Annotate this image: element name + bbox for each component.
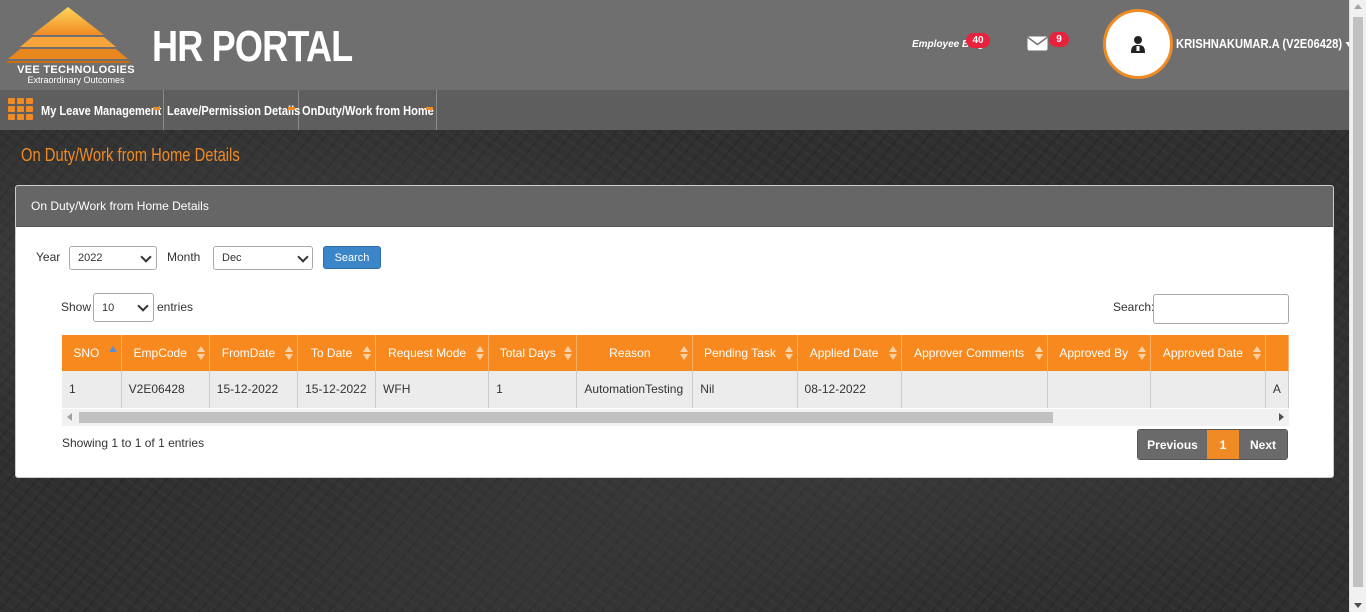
sort-icon: [476, 346, 485, 360]
user-icon: [1131, 36, 1145, 53]
year-label: Year: [36, 250, 61, 264]
nav-leave-permission-details[interactable]: Leave/Permission Details: [164, 90, 300, 130]
sort-icon: [680, 346, 689, 360]
user-menu[interactable]: KRISHNAKUMAR.A (V2E06428): [1176, 36, 1353, 51]
search-button[interactable]: Search: [323, 246, 381, 269]
user-name: KRISHNAKUMAR.A (V2E06428): [1176, 36, 1343, 51]
column-header-request-mode[interactable]: Request Mode: [375, 335, 490, 371]
month-label: Month: [167, 250, 201, 264]
column-header-approved-date[interactable]: Approved Date: [1150, 335, 1266, 371]
scroll-left-icon[interactable]: [67, 413, 72, 421]
table-cell: [1150, 371, 1266, 408]
search-input[interactable]: [1153, 294, 1289, 324]
vertical-scrollbar[interactable]: [1349, 0, 1366, 612]
dropdown-indicator-icon: [426, 107, 433, 110]
table-cell: 1: [488, 371, 578, 408]
mail-icon[interactable]: [1027, 36, 1048, 51]
portal-title: HR PORTAL: [152, 22, 353, 71]
column-header-empcode[interactable]: EmpCode: [121, 335, 210, 371]
column-header-sno[interactable]: SNO: [62, 335, 122, 371]
horizontal-scrollbar[interactable]: [62, 409, 1289, 426]
column-header-extra[interactable]: [1265, 335, 1289, 371]
column-header-reason[interactable]: Reason: [576, 335, 694, 371]
sort-icon: [363, 346, 372, 360]
scroll-down-icon[interactable]: [1354, 603, 1362, 608]
table-cell: [901, 371, 1048, 408]
table-info: Showing 1 to 1 of 1 entries: [62, 436, 205, 450]
column-header-applied-date[interactable]: Applied Date: [797, 335, 902, 371]
data-table-container: SNO EmpCode FromDate To Date Request Mod…: [62, 335, 1289, 408]
mail-count-badge: 9: [1049, 32, 1069, 47]
data-table: SNO EmpCode FromDate To Date Request Mod…: [62, 335, 1289, 408]
panel-title: On Duty/Work from Home Details: [16, 186, 1333, 227]
sort-icon: [784, 346, 793, 360]
scroll-right-icon[interactable]: [1279, 413, 1284, 421]
main-nav: My Leave Management Leave/Permission Det…: [0, 90, 1349, 130]
nav-onduty-work-from-home[interactable]: OnDuty/Work from Home: [299, 90, 437, 130]
table-cell: [1047, 371, 1151, 408]
scrollbar-thumb[interactable]: [1353, 17, 1363, 587]
previous-button[interactable]: Previous: [1138, 430, 1207, 459]
table-cell: WFH: [375, 371, 490, 408]
dropdown-indicator-icon: [288, 107, 295, 110]
sort-icon: [1252, 346, 1261, 360]
scroll-up-icon[interactable]: [1354, 4, 1362, 9]
column-header-total-days[interactable]: Total Days: [488, 335, 578, 371]
sort-asc-icon: [108, 346, 117, 360]
show-label: Show: [61, 300, 92, 314]
column-header-todate[interactable]: To Date: [297, 335, 377, 371]
page-title: On Duty/Work from Home Details: [21, 145, 240, 165]
table-cell: V2E06428: [121, 371, 210, 408]
search-label: Search:: [1113, 300, 1155, 314]
table-cell: 15-12-2022: [209, 371, 299, 408]
sort-icon: [1034, 346, 1043, 360]
table-row: 1 V2E06428 15-12-2022 15-12-2022 WFH 1 A…: [62, 371, 1289, 408]
column-header-approved-by[interactable]: Approved By: [1047, 335, 1151, 371]
avatar[interactable]: [1103, 9, 1173, 79]
sort-icon: [1137, 346, 1146, 360]
details-panel: On Duty/Work from Home Details Year 2022…: [15, 185, 1334, 478]
column-header-approver-comments[interactable]: Approver Comments: [901, 335, 1048, 371]
table-header-row: SNO EmpCode FromDate To Date Request Mod…: [62, 335, 1289, 371]
table-cell: 15-12-2022: [297, 371, 377, 408]
table-cell: A: [1265, 371, 1289, 408]
table-cell: 08-12-2022: [797, 371, 902, 408]
nav-my-leave-management[interactable]: My Leave Management: [38, 90, 164, 130]
next-button[interactable]: Next: [1239, 430, 1287, 459]
sort-icon: [196, 346, 205, 360]
dropdown-indicator-icon: [153, 107, 160, 110]
table-cell: AutomationTesting: [576, 371, 694, 408]
table-cell: 1: [62, 371, 122, 408]
column-header-pending-task[interactable]: Pending Task: [692, 335, 798, 371]
table-cell: Nil: [692, 371, 798, 408]
blog-count-badge: 40: [966, 33, 990, 48]
column-header-fromdate[interactable]: FromDate: [209, 335, 299, 371]
sort-icon: [888, 346, 897, 360]
page-1-button[interactable]: 1: [1207, 430, 1239, 459]
sort-icon: [285, 346, 294, 360]
sort-icon: [564, 346, 573, 360]
scrollbar-thumb[interactable]: [79, 412, 1053, 423]
header: VEE TECHNOLOGIES Extraordinary Outcomes …: [0, 0, 1353, 90]
entries-label: entries: [157, 300, 194, 314]
apps-grid-icon[interactable]: [8, 98, 34, 120]
pagination: Previous 1 Next: [1137, 429, 1288, 460]
company-tagline: Extraordinary Outcomes: [27, 75, 125, 85]
